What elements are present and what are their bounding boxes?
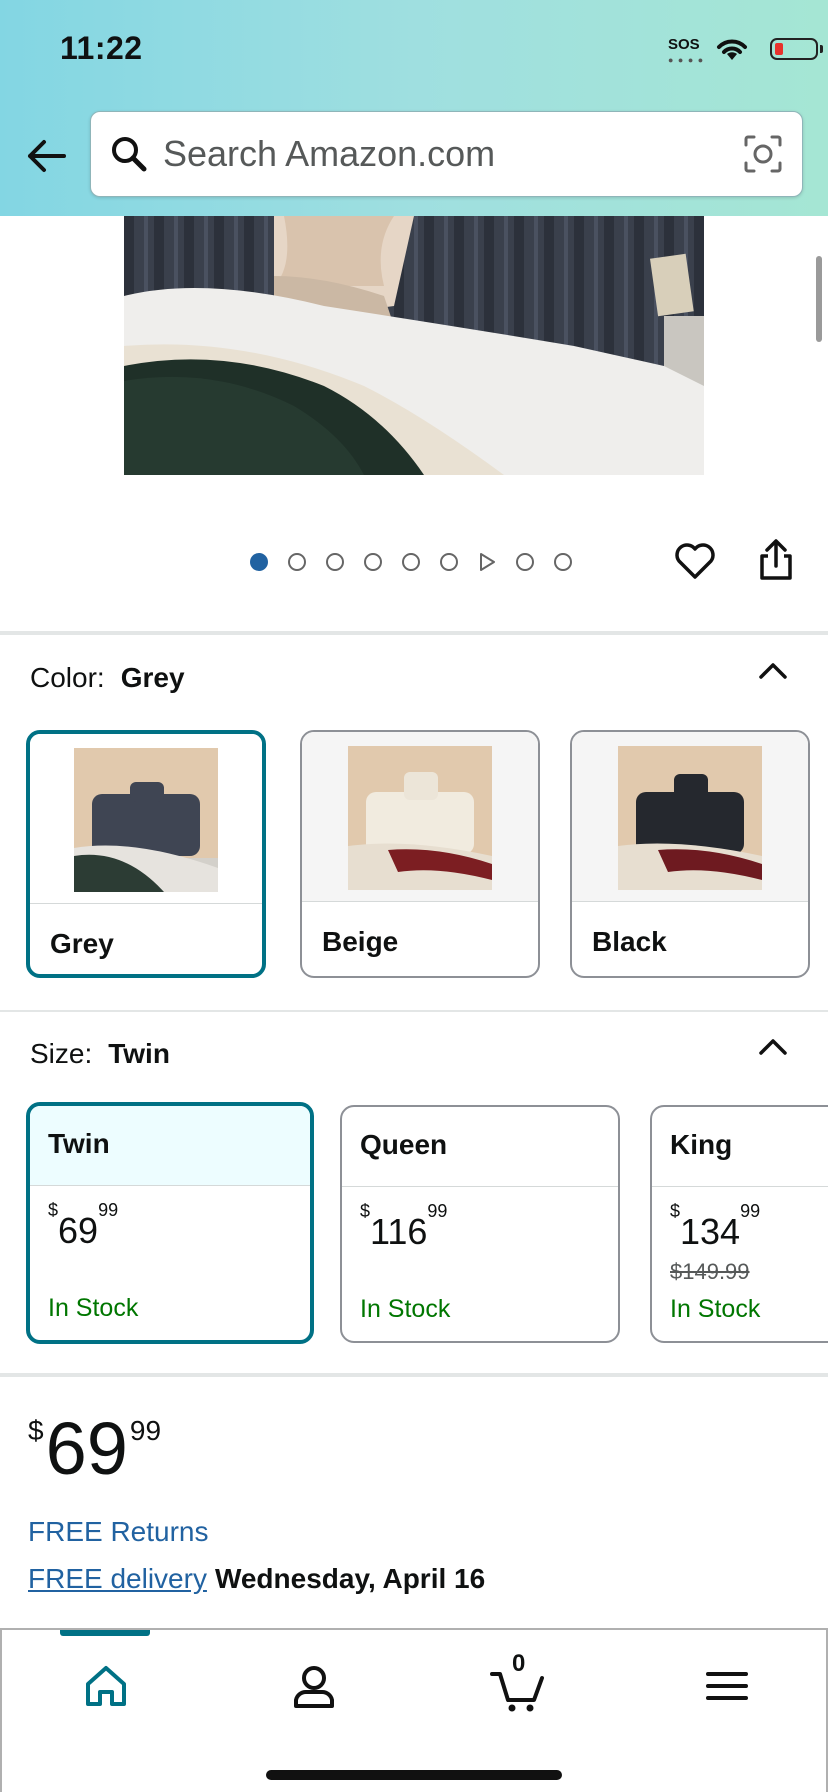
delivery-info: FREE delivery Wednesday, April 16 bbox=[28, 1563, 485, 1595]
product-page: 11:22 SOS ● ● ● ● Search Amazon.com Colo… bbox=[0, 0, 828, 1792]
carousel-dot[interactable] bbox=[440, 553, 458, 571]
wifi-icon bbox=[717, 39, 747, 60]
sos-indicator: SOS bbox=[668, 36, 700, 53]
home-icon[interactable] bbox=[76, 1656, 136, 1716]
active-tab-indicator bbox=[60, 1630, 150, 1636]
bottom-navigation: 0 bbox=[0, 1628, 828, 1792]
cart-count: 0 bbox=[512, 1650, 526, 1677]
account-icon[interactable] bbox=[284, 1656, 344, 1716]
battery-icon bbox=[770, 38, 818, 60]
free-returns-link[interactable]: FREE Returns bbox=[28, 1516, 209, 1548]
carousel-dot[interactable] bbox=[288, 553, 306, 571]
size-name: Queen bbox=[360, 1129, 448, 1160]
swatch-thumbnail bbox=[348, 746, 492, 890]
heart-icon[interactable] bbox=[674, 540, 716, 582]
chevron-up-icon[interactable] bbox=[758, 660, 788, 680]
header: 11:22 SOS ● ● ● ● bbox=[0, 0, 828, 216]
stock-status: In Stock bbox=[360, 1295, 451, 1323]
size-name: Twin bbox=[48, 1128, 110, 1159]
camera-search-icon[interactable] bbox=[742, 133, 784, 175]
cart-button[interactable]: 0 bbox=[488, 1650, 548, 1716]
color-swatch-grey[interactable]: Grey bbox=[26, 730, 266, 978]
size-option-twin[interactable]: Twin $6999 In Stock bbox=[26, 1102, 314, 1344]
size-name: King bbox=[670, 1129, 733, 1160]
search-icon bbox=[112, 137, 147, 172]
chevron-up-icon[interactable] bbox=[758, 1036, 788, 1056]
carousel-dot[interactable] bbox=[554, 553, 572, 571]
product-main-image[interactable] bbox=[124, 216, 704, 475]
stock-status: In Stock bbox=[48, 1294, 139, 1322]
size-price: $6999 bbox=[48, 1200, 119, 1251]
status-icons: SOS ● ● ● ● bbox=[628, 30, 828, 70]
swatch-label: Grey bbox=[50, 928, 114, 959]
size-selected-value: Twin bbox=[108, 1038, 170, 1069]
swatch-label: Black bbox=[592, 926, 667, 957]
size-option-queen[interactable]: Queen $11699 In Stock bbox=[340, 1105, 620, 1343]
color-label: Color: Grey bbox=[30, 662, 185, 693]
size-label: Size: Twin bbox=[30, 1038, 170, 1069]
size-price: $13499 bbox=[670, 1201, 761, 1252]
color-swatch-black[interactable]: Black bbox=[570, 730, 810, 978]
back-arrow-icon[interactable] bbox=[24, 134, 68, 178]
stock-status: In Stock bbox=[670, 1295, 761, 1323]
scrollbar[interactable] bbox=[816, 256, 822, 342]
color-selected-value: Grey bbox=[120, 662, 185, 693]
list-price: $149.99 bbox=[670, 1259, 750, 1284]
size-price: $11699 bbox=[360, 1201, 448, 1252]
swatch-thumbnail bbox=[618, 746, 762, 890]
divider bbox=[0, 1010, 828, 1012]
search-bar[interactable] bbox=[90, 111, 803, 197]
carousel-dot[interactable] bbox=[326, 553, 344, 571]
signal-dots-icon: ● ● ● ● bbox=[668, 55, 705, 65]
divider bbox=[0, 631, 828, 635]
video-play-icon[interactable] bbox=[478, 553, 496, 571]
carousel-dot[interactable] bbox=[402, 553, 420, 571]
carousel-dot[interactable] bbox=[516, 553, 534, 571]
divider bbox=[0, 1373, 828, 1377]
main-price: $6999 bbox=[28, 1407, 162, 1490]
swatch-thumbnail bbox=[74, 748, 218, 892]
image-carousel-dots[interactable] bbox=[250, 552, 592, 572]
status-time: 11:22 bbox=[60, 30, 143, 66]
color-swatch-beige[interactable]: Beige bbox=[300, 730, 540, 978]
share-icon[interactable] bbox=[756, 538, 796, 582]
carousel-dot[interactable] bbox=[364, 553, 382, 571]
free-delivery-link[interactable]: FREE delivery bbox=[28, 1563, 207, 1594]
menu-icon[interactable] bbox=[698, 1656, 758, 1716]
carousel-dot[interactable] bbox=[250, 553, 268, 571]
search-input[interactable] bbox=[163, 112, 723, 196]
home-indicator bbox=[266, 1770, 562, 1780]
size-option-king[interactable]: King $13499 $149.99 In Stock bbox=[650, 1105, 828, 1343]
delivery-date: Wednesday, April 16 bbox=[214, 1563, 486, 1594]
swatch-label: Beige bbox=[322, 926, 399, 957]
